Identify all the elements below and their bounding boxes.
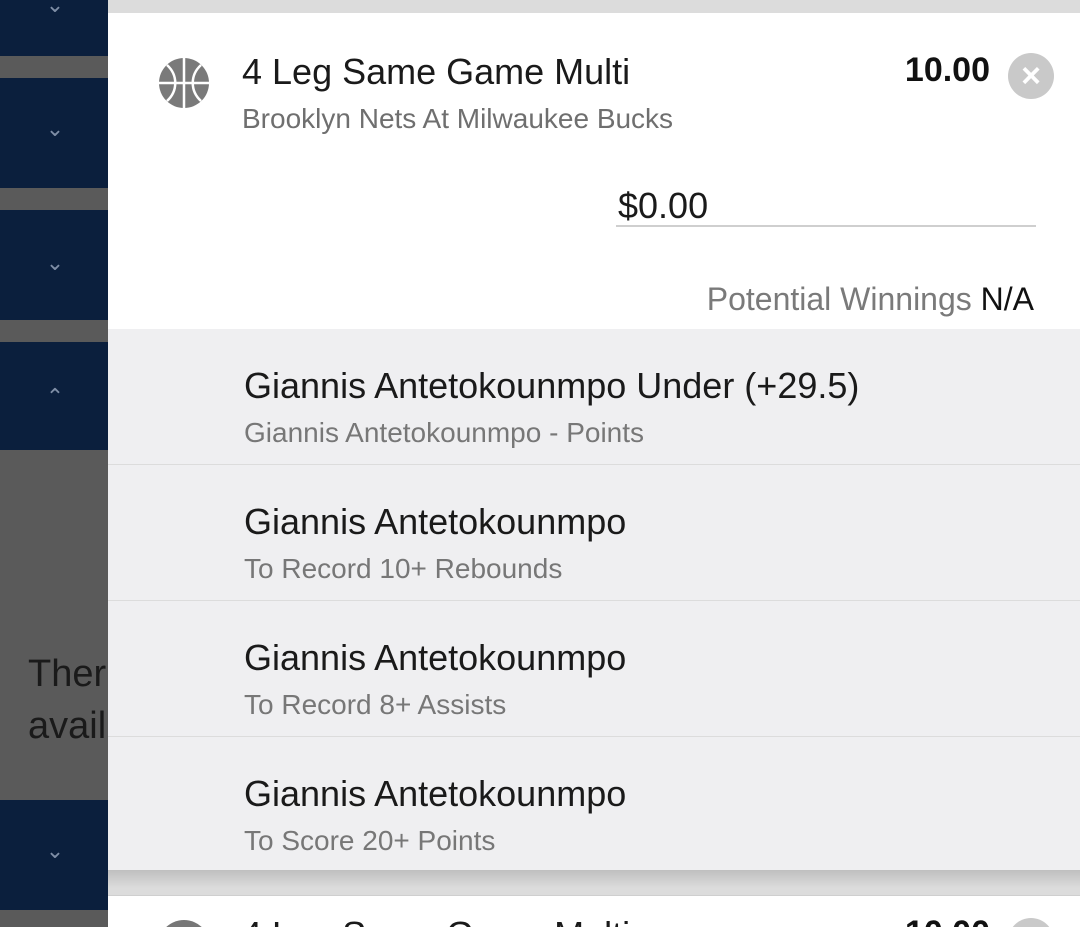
- close-icon: ×: [1021, 57, 1041, 95]
- leg-title: Giannis Antetokounmpo Under (+29.5): [244, 365, 860, 406]
- leg-market: To Score 20+ Points: [244, 825, 496, 856]
- stake-input[interactable]: $0.00: [616, 185, 1036, 227]
- basketball-icon: [159, 58, 209, 108]
- card-shadow: [108, 870, 1080, 888]
- collapsed-section-4[interactable]: ⌄: [0, 800, 108, 910]
- potential-winnings: Potential Winnings N/A: [707, 281, 1034, 318]
- leg-title: Giannis Antetokounmpo: [244, 501, 627, 542]
- leg-market: To Record 10+ Rebounds: [244, 553, 563, 584]
- collapsed-section-2[interactable]: ⌄: [0, 78, 108, 188]
- bet-leg: Giannis Antetokounmpo To Record 8+ Assis…: [108, 601, 1080, 737]
- bet-legs-list: Giannis Antetokounmpo Under (+29.5) Gian…: [108, 329, 1080, 872]
- leg-title: Giannis Antetokounmpo: [244, 773, 627, 814]
- expanded-section[interactable]: ⌃: [0, 342, 108, 450]
- bet-card: 4 Leg Same Game Multi Brooklyn Nets At M…: [108, 13, 1080, 329]
- bet-leg: Giannis Antetokounmpo To Record 10+ Rebo…: [108, 465, 1080, 601]
- chevron-up-icon: ⌃: [45, 384, 65, 409]
- chevron-down-icon: ⌄: [45, 250, 65, 275]
- bet-odds: 10.00: [904, 51, 990, 89]
- collapsed-section-3[interactable]: ⌄: [0, 210, 108, 320]
- next-bet-odds: 10.00: [905, 914, 990, 927]
- leg-title: Giannis Antetokounmpo: [244, 637, 627, 678]
- match-name: Brooklyn Nets At Milwaukee Bucks: [242, 103, 674, 134]
- bet-leg: Giannis Antetokounmpo Under (+29.5) Gian…: [108, 329, 1080, 465]
- leg-market: To Record 8+ Assists: [244, 689, 507, 720]
- chevron-down-icon: ⌄: [45, 116, 65, 141]
- next-bet-title: 4 Leg Same Game Multi: [242, 914, 630, 927]
- chevron-down-icon: ⌄: [45, 0, 65, 17]
- basketball-icon: [158, 920, 210, 927]
- potential-winnings-label: Potential Winnings: [706, 281, 972, 317]
- bet-title: 4 Leg Same Game Multi: [242, 51, 631, 92]
- collapsed-section-1[interactable]: ⌄: [0, 0, 108, 56]
- bet-leg: Giannis Antetokounmpo To Score 20+ Point…: [108, 737, 1080, 872]
- close-icon[interactable]: [1008, 918, 1054, 927]
- next-bet-card: 4 Leg Same Game Multi 10.00: [108, 895, 1080, 927]
- bet-slip-panel: 4 Leg Same Game Multi Brooklyn Nets At M…: [108, 0, 1080, 927]
- potential-winnings-value: N/A: [980, 281, 1034, 317]
- remove-bet-button[interactable]: ×: [1008, 53, 1054, 99]
- leg-market: Giannis Antetokounmpo - Points: [244, 417, 645, 448]
- chevron-down-icon: ⌄: [45, 838, 65, 863]
